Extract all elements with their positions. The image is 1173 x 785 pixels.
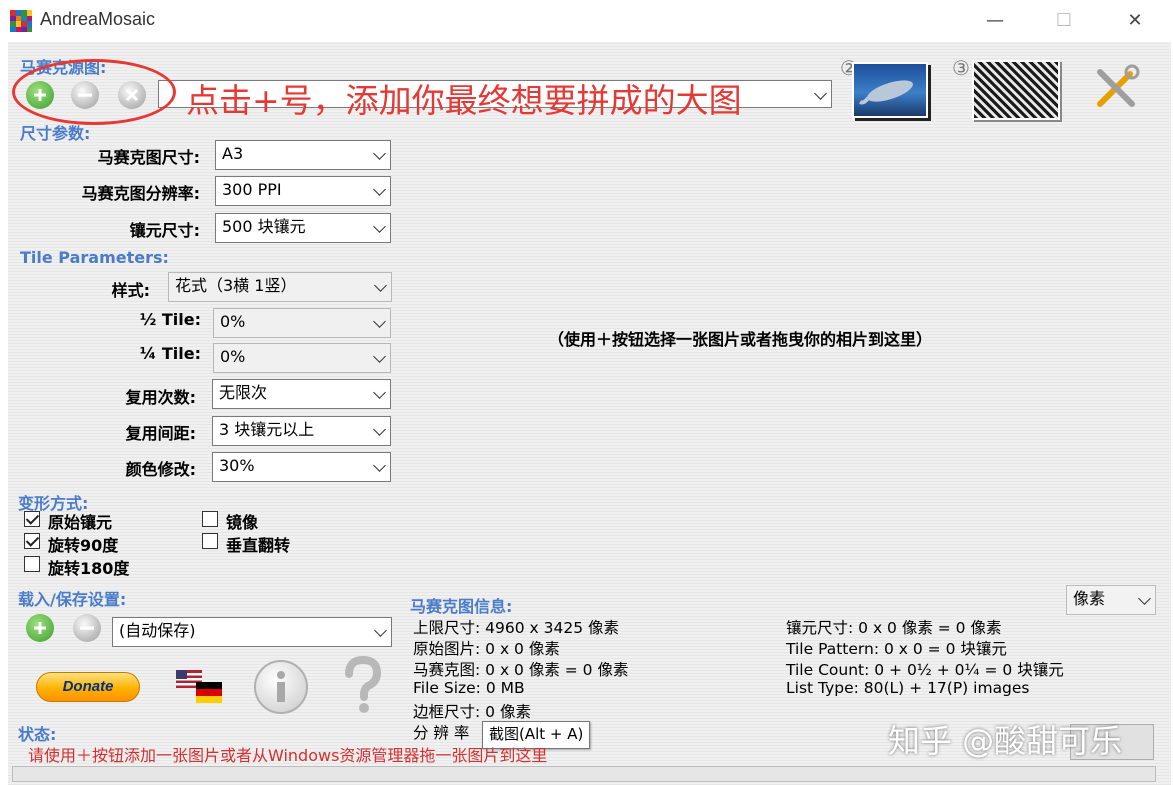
help-icon[interactable] [340,655,386,714]
vertical-flip-label: 垂直翻转 [226,536,291,555]
style-label: 样式: [111,281,150,300]
info-heading: 马赛克图信息: [410,597,513,616]
add-settings-button[interactable] [26,614,54,642]
dolphin-image-icon[interactable] [852,62,928,118]
size-params-heading: 尺寸参数: [20,124,91,143]
reuse-count-label: 复用次数: [125,388,196,407]
minus-icon [80,626,94,630]
info-tile-count: Tile Count: 0 + 0½ + 0¼ = 0 块镶元 [786,661,1064,679]
half-tile-label: ½ Tile: [139,310,201,329]
tools-icon[interactable] [1092,64,1140,112]
reuse-distance-select[interactable]: 3 块镶元以上 [212,416,391,446]
language-flag-icon[interactable] [176,668,224,706]
zhihu-watermark: 知乎 @酸甜可乐 [888,722,1123,760]
color-change-select[interactable]: 30% [212,452,391,482]
mosaic-size-label: 马赛克图尺寸: [97,148,200,167]
preview-drop-hint[interactable]: （使用＋按钮选择一张图片或者拖曳你的相片到这里） [548,326,932,350]
maximize-button[interactable]: ☐ [1041,6,1087,36]
remove-settings-button[interactable] [73,614,101,642]
mosaic-resolution-label: 马赛克图分辨率: [81,184,200,203]
rotate-90-label: 旋转90度 [48,536,119,555]
info-list-type: List Type: 80(L) + 17(P) images [786,679,1030,697]
half-tile-select[interactable]: 0% [213,308,391,338]
minimize-button[interactable]: — [972,6,1018,36]
step-3-marker: ③ [952,56,970,80]
vertical-flip-checkbox[interactable] [202,533,218,549]
window-title: AndreaMosaic [40,9,156,29]
progress-bar [12,766,1156,782]
close-button[interactable]: ✕ [1112,6,1158,36]
quarter-tile-select[interactable]: 0% [213,343,391,373]
info-tile-pattern: Tile Pattern: 0 x 0 = 0 块镶元 [786,640,1007,658]
original-tile-label: 原始镶元 [48,513,113,532]
settings-select[interactable]: (自动保存) [112,617,392,647]
donate-button[interactable]: Donate [36,672,140,702]
plus-icon [34,622,46,634]
original-tile-checkbox[interactable] [24,511,40,527]
mirror-label: 镜像 [226,513,259,532]
unit-select[interactable]: 像素 [1066,585,1156,615]
status-text: 请使用＋按钮添加一张图片或者从Windows资源管理器拖一张图片到这里 [28,746,548,765]
info-mosaic-image: 马赛克图: 0 x 0 像素 = 0 像素 [413,661,629,679]
load-save-heading: 载入/保存设置: [18,590,127,609]
info-border-size: 边框尺寸: 0 像素 [413,703,531,721]
red-annotation: 点击+号，添加你最终想要拼成的大图 [186,81,742,120]
app-icon [10,10,32,32]
info-resolution: 分 辨 率 [413,724,470,742]
mosaic-size-select[interactable]: A3 [215,140,391,170]
reuse-count-select[interactable]: 无限次 [212,379,391,409]
info-file-size: File Size: 0 MB [413,679,525,697]
reuse-distance-label: 复用间距: [125,424,196,443]
tile-params-heading: Tile Parameters: [20,248,169,267]
info-tile-size: 镶元尺寸: 0 x 0 像素 = 0 像素 [786,619,1002,637]
rotate-90-checkbox[interactable] [24,533,40,549]
rotate-180-label: 旋转180度 [48,559,130,578]
tile-size-label: 镶元尺寸: [129,221,200,240]
tile-size-select[interactable]: 500 块镶元 [215,213,391,243]
info-max-size: 上限尺寸: 4960 x 3425 像素 [413,619,619,637]
mosaic-resolution-select[interactable]: 300 PPI [215,176,391,206]
mosaic-image-icon[interactable] [972,60,1060,120]
style-select[interactable]: 花式（3横 1竖） [168,272,392,302]
quarter-tile-label: ¼ Tile: [139,344,201,363]
info-icon[interactable] [254,660,308,714]
color-change-label: 颜色修改: [125,460,196,479]
mirror-checkbox[interactable] [202,511,218,527]
rotate-180-checkbox[interactable] [24,556,40,572]
info-original-image: 原始图片: 0 x 0 像素 [413,640,560,658]
red-annotation-circle [12,59,176,125]
